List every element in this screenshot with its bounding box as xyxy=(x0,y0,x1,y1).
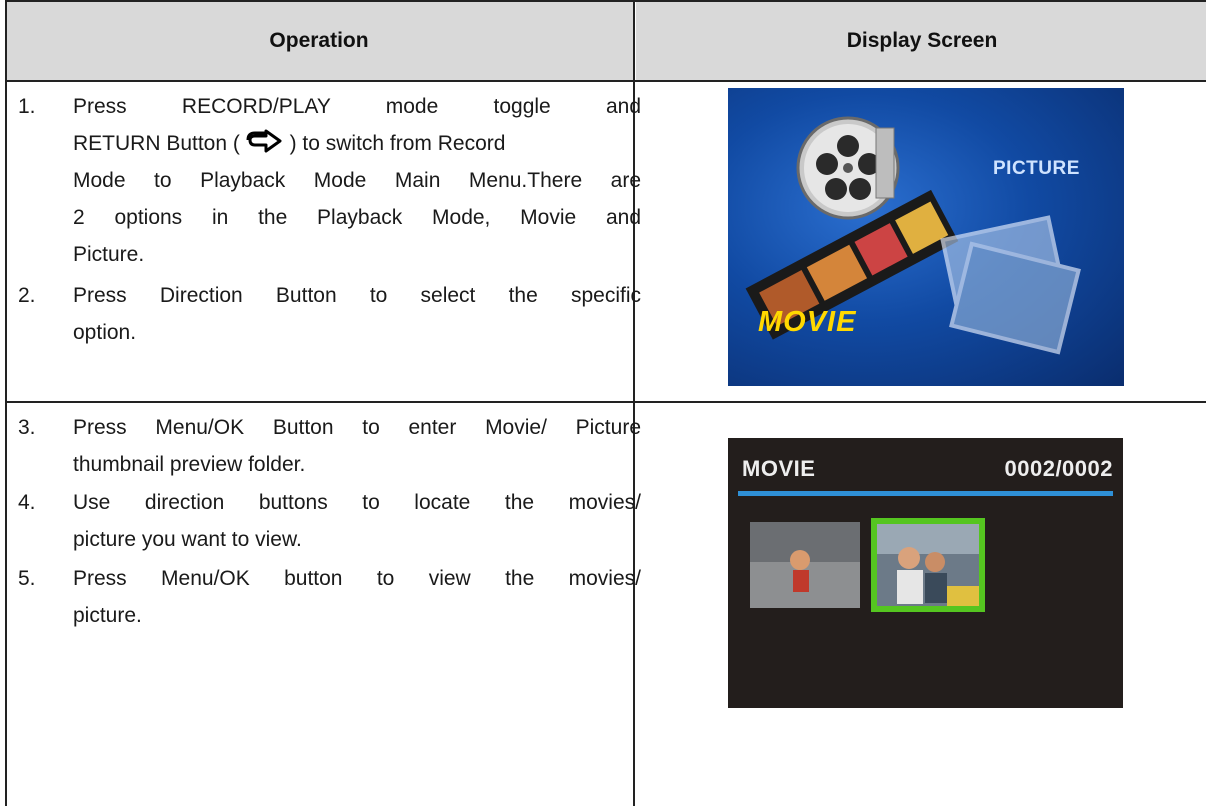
thumbnail-2-selected[interactable] xyxy=(869,516,987,614)
picture-option[interactable]: PICTURE xyxy=(993,158,1080,180)
step-number: 2. xyxy=(18,284,36,307)
step-text: Press RECORD/PLAY mode toggle and RETURN… xyxy=(73,95,641,266)
picture-stack-icon xyxy=(940,215,1081,355)
movie-option[interactable]: MOVIE xyxy=(758,306,856,339)
step-number: 1. xyxy=(18,95,36,118)
item-counter: 0002/0002 xyxy=(1004,456,1113,481)
step-text: Press Menu/OK button to view the movies/… xyxy=(73,567,641,627)
step-text: Press Direction Button to select the spe… xyxy=(73,284,641,344)
step-text: Press Menu/OK Button to enter Movie/ Pic… xyxy=(73,416,641,476)
playback-menu-art xyxy=(745,116,1081,355)
header-operation: Operation xyxy=(5,0,633,82)
title-underline xyxy=(738,491,1113,496)
step-text: Use direction buttons to locate the movi… xyxy=(73,491,641,551)
row-divider xyxy=(5,401,1206,403)
return-arrow-icon xyxy=(246,129,282,153)
header-divider xyxy=(5,80,1206,82)
thumbnail-1[interactable] xyxy=(750,522,860,608)
header-display-screen: Display Screen xyxy=(636,0,1206,82)
table-border-top xyxy=(5,0,1206,2)
folder-title: MOVIE xyxy=(742,456,816,481)
playback-menu-screen: PICTURE MOVIE xyxy=(728,88,1124,386)
thumbnail-preview-screen: MOVIE 0002/0002 xyxy=(728,438,1123,708)
step-number: 4. xyxy=(18,491,36,514)
step-number: 5. xyxy=(18,567,36,590)
film-reel-icon xyxy=(796,116,900,220)
table-border-left xyxy=(5,0,7,806)
step-number: 3. xyxy=(18,416,36,439)
